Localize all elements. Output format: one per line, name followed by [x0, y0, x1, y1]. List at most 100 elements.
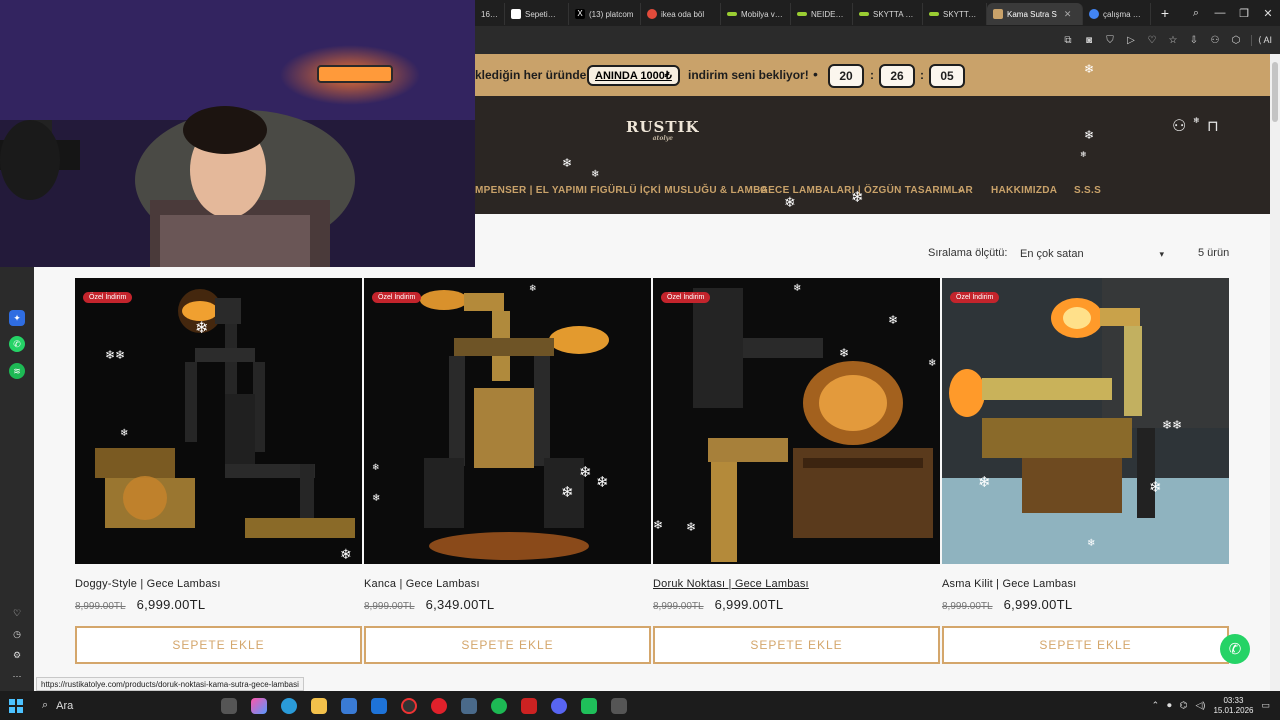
minimize-icon[interactable]: — — [1208, 7, 1232, 19]
product-image[interactable]: Özel İndirim ❄ ❄ ❄ ❄ ❄ ❄ — [364, 278, 651, 564]
copilot-taskbar-app[interactable] — [244, 691, 274, 720]
snowflake-icon: ❄ — [561, 484, 574, 501]
close-tab-icon[interactable]: ✕ — [1064, 9, 1072, 20]
cart-icon[interactable]: ⊓ — [1207, 117, 1219, 135]
start-button[interactable] — [0, 691, 32, 720]
profile-icon[interactable]: ⚇ — [1209, 35, 1221, 46]
app-taskbar-item[interactable] — [394, 691, 424, 720]
browser-tab[interactable]: X (13) platcom — [569, 3, 641, 25]
history-icon[interactable]: ◷ — [9, 626, 25, 642]
explorer-taskbar-app[interactable] — [304, 691, 334, 720]
app-taskbar-item[interactable] — [454, 691, 484, 720]
taskbar-search[interactable]: ⌕ Ara — [34, 695, 214, 717]
product-card[interactable]: Özel İndirim ❄❄ ❄ ❄ ❄ Asma Kilit | Gece … — [942, 278, 1229, 664]
browser-tab[interactable]: SKYTTA çözi — [853, 3, 923, 25]
old-price: 8,999.00TL — [653, 601, 704, 612]
read-aloud-icon[interactable]: ▷ — [1125, 35, 1137, 46]
clock[interactable]: 03:33 15.01.2026 — [1213, 696, 1253, 716]
promo-text-after: indirim seni bekliyor! — [688, 68, 809, 82]
settings-gear-icon[interactable]: ⚙ — [9, 647, 25, 663]
search-tabs-icon[interactable]: ⌕ — [1184, 7, 1208, 20]
spotify-sidebar-icon[interactable]: ≋ — [9, 363, 25, 379]
whatsapp-sidebar-icon[interactable]: ✆ — [9, 336, 25, 352]
downloads-icon[interactable]: ⇩ — [1188, 35, 1200, 46]
network-icon[interactable]: ⌬ — [1180, 700, 1188, 711]
product-title[interactable]: Doruk Noktası | Gece Lambası — [653, 578, 940, 590]
extensions-icon[interactable]: ⬡ — [1230, 35, 1242, 46]
sort-select[interactable]: En çok satan ▾ — [1020, 242, 1170, 266]
store-favicon-icon — [727, 12, 737, 16]
favorites-sidebar-icon[interactable]: ♡ — [9, 605, 25, 621]
sale-badge: Özel İndirim — [950, 292, 1000, 303]
microphone-icon[interactable]: ⏺ — [1167, 700, 1172, 711]
new-tab-button[interactable]: + — [1155, 3, 1175, 23]
site-logo[interactable]: RUSTIK atolye — [626, 118, 700, 142]
volume-icon[interactable]: ◁) — [1196, 700, 1206, 711]
add-to-cart-button[interactable]: SEPETE EKLE — [75, 626, 362, 664]
browser-tab[interactable]: Sepetim - Fu — [505, 3, 569, 25]
browser-tab[interactable]: çalışma mas — [1083, 3, 1151, 25]
old-price: 8,999.00TL — [942, 601, 993, 612]
open-in-app-icon[interactable]: ⧉ — [1062, 35, 1074, 46]
close-window-icon[interactable]: ✕ — [1256, 7, 1280, 20]
snowflake-icon: ❄ — [686, 520, 697, 534]
product-title[interactable]: Asma Kilit | Gece Lambası — [942, 578, 1229, 590]
browser-tab[interactable]: 164) Erk — [475, 3, 505, 25]
product-image[interactable]: Özel İndirim ❄ ❄ ❄ ❄ ❄ ❄ — [653, 278, 940, 564]
maximize-icon[interactable]: ❐ — [1232, 7, 1256, 20]
app-taskbar-item[interactable] — [574, 691, 604, 720]
calculator-taskbar-app[interactable] — [604, 691, 634, 720]
favorite-icon[interactable]: ♡ — [1146, 35, 1158, 46]
app-taskbar-item[interactable] — [514, 691, 544, 720]
screenshot-icon[interactable]: ◙ — [1083, 35, 1095, 46]
add-to-cart-button[interactable]: SEPETE EKLE — [942, 626, 1229, 664]
edge-taskbar-app[interactable] — [274, 691, 304, 720]
whatsapp-chat-button[interactable]: ✆ — [1220, 634, 1250, 664]
shield-icon[interactable]: ⛉ — [1104, 35, 1116, 46]
product-card[interactable]: Özel İndirim ❄ ❄ ❄ ❄ ❄ ❄ Kanca | Gece La… — [364, 278, 651, 664]
store-taskbar-app[interactable] — [334, 691, 364, 720]
nav-dispenser[interactable]: MPENSER | EL YAPIMI FIGÜRLÜ İÇKİ MUSLUĞU… — [475, 185, 768, 196]
browser-tab[interactable]: ikea oda böl — [641, 3, 721, 25]
nav-sss[interactable]: S.S.S — [1074, 185, 1101, 196]
add-to-cart-button[interactable]: SEPETE EKLE — [364, 626, 651, 664]
snowflake-icon: ❄ — [562, 156, 573, 170]
account-icon[interactable]: ⚇ — [1172, 116, 1186, 136]
sale-badge: Özel İndirim — [372, 292, 422, 303]
snowflake-icon: ❄ — [1193, 116, 1200, 125]
browser-tab[interactable]: SKYTTA çözi — [923, 3, 987, 25]
scrollbar-thumb[interactable] — [1272, 62, 1278, 122]
promo-discount-badge[interactable]: ANINDA 1000₺ — [587, 65, 680, 86]
page-scrollbar[interactable] — [1270, 54, 1280, 691]
product-card[interactable]: Özel İndirim ❄ ❄ ❄ ❄ ❄ ❄ Doruk Noktası |… — [653, 278, 940, 664]
task-view-button[interactable] — [214, 691, 244, 720]
chevron-down-icon[interactable]: ⌄ — [956, 181, 966, 195]
tab-label: Kama Sutra S — [1007, 9, 1057, 19]
countdown-hours: 20 — [828, 64, 864, 88]
product-title[interactable]: Doggy-Style | Gece Lambası — [75, 578, 362, 590]
discord-taskbar-app[interactable] — [544, 691, 574, 720]
browser-tab-active[interactable]: Kama Sutra S ✕ — [987, 3, 1083, 25]
product-image[interactable]: Özel İndirim ❄❄ ❄ ❄ ❄ — [942, 278, 1229, 564]
nav-hakkimizda[interactable]: HAKKIMIZDA — [991, 185, 1057, 196]
window-controls: ⌕ — ❐ ✕ — [1184, 0, 1280, 26]
mail-taskbar-app[interactable] — [364, 691, 394, 720]
product-card[interactable]: Özel İndirim ❄❄ ❄ ❄ ❄ Doggy-Style | Gece… — [75, 278, 362, 664]
messenger-icon[interactable]: ✦ — [9, 310, 25, 326]
more-options-icon[interactable]: ⋯ — [9, 668, 25, 684]
copilot-button[interactable]: ⟨ AI — [1250, 34, 1272, 46]
opera-taskbar-app[interactable] — [424, 691, 454, 720]
search-label: Ara — [56, 699, 74, 712]
favorites-bar-icon[interactable]: ☆ — [1167, 35, 1179, 46]
add-to-cart-button[interactable]: SEPETE EKLE — [653, 626, 940, 664]
notifications-icon[interactable]: ▭ — [1261, 700, 1270, 711]
countdown-seconds: 05 — [929, 64, 965, 88]
browser-tab[interactable]: NEIDEN/LUR — [791, 3, 853, 25]
browser-tab[interactable]: Mobilya ve E — [721, 3, 791, 25]
product-image[interactable]: Özel İndirim ❄❄ ❄ ❄ ❄ — [75, 278, 362, 564]
chevron-up-icon[interactable]: ⌃ — [1152, 700, 1160, 711]
mail-icon — [371, 697, 387, 714]
countdown-separator: : — [920, 68, 924, 82]
product-title[interactable]: Kanca | Gece Lambası — [364, 578, 651, 590]
spotify-taskbar-app[interactable] — [484, 691, 514, 720]
